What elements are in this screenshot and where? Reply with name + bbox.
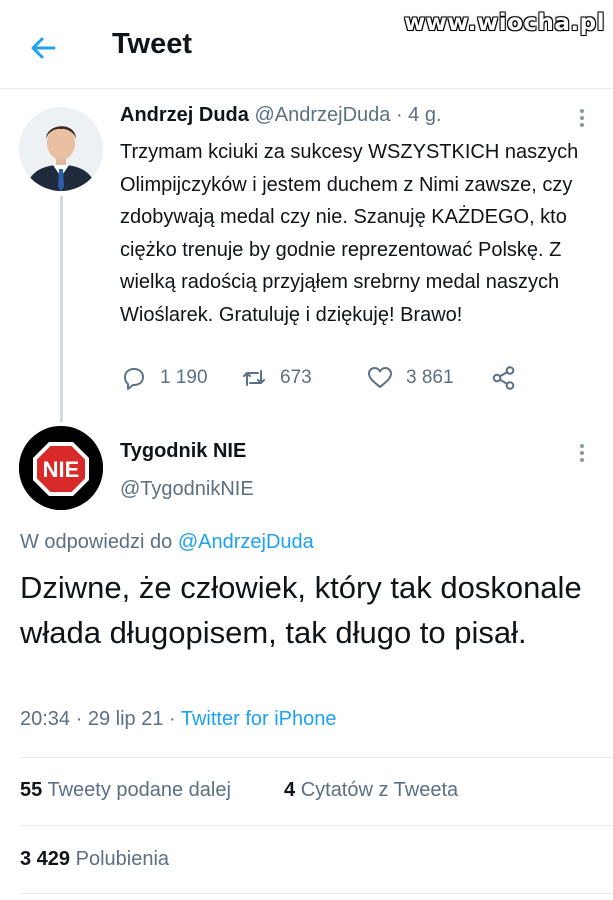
like-count: 3 861 bbox=[406, 367, 454, 388]
more-vertical-icon bbox=[580, 444, 584, 462]
stop-sign-logo: NIE bbox=[19, 426, 103, 510]
tweet-text: Trzymam kciuki za sukcesy WSZYSTKICH nas… bbox=[120, 141, 579, 326]
back-arrow-icon bbox=[31, 37, 56, 59]
tweet-header: Andrzej Duda @AndrzejDuda · 4 g. bbox=[120, 104, 442, 127]
share-icon bbox=[492, 366, 515, 390]
back-button[interactable] bbox=[24, 28, 64, 68]
reply-count: 1 190 bbox=[160, 367, 208, 388]
quotes-stat-count: 4 bbox=[284, 779, 296, 801]
reply-tweet-text: Dziwne, że człowiek, który tak doskonale… bbox=[20, 570, 582, 650]
like-button[interactable]: 3 861 bbox=[366, 364, 454, 392]
reply-author-name[interactable]: Tygodnik NIE bbox=[120, 440, 246, 463]
more-vertical-icon bbox=[580, 109, 584, 127]
avatar-andrzej-duda[interactable] bbox=[19, 107, 103, 191]
avatar-text: NIE bbox=[43, 457, 80, 482]
more-options-button[interactable] bbox=[570, 106, 594, 130]
header-divider bbox=[0, 88, 613, 89]
reply-to-handle-link[interactable]: @AndrzejDuda bbox=[178, 531, 314, 553]
tweet-source-link[interactable]: Twitter for iPhone bbox=[181, 708, 337, 730]
retweets-stat[interactable]: 55 Tweety podane dalej bbox=[20, 779, 231, 802]
share-button[interactable] bbox=[490, 364, 518, 392]
stats-divider-top bbox=[20, 757, 613, 758]
heart-icon bbox=[368, 367, 392, 388]
reply-button[interactable]: 1 190 bbox=[120, 364, 208, 392]
retweet-icon bbox=[243, 370, 265, 386]
watermark: www.wiocha.pl bbox=[403, 10, 605, 36]
quotes-stat[interactable]: 4 Cytatów z Tweeta bbox=[284, 779, 458, 802]
reply-icon bbox=[124, 368, 144, 390]
stats-divider-middle bbox=[20, 825, 613, 826]
page-title: Tweet bbox=[112, 28, 193, 60]
retweets-stat-count: 55 bbox=[20, 779, 43, 801]
likes-stat[interactable]: 3 429 Polubienia bbox=[20, 848, 169, 871]
author-handle[interactable]: @AndrzejDuda bbox=[254, 104, 390, 126]
retweet-button[interactable]: 673 bbox=[240, 364, 312, 392]
reply-context-prefix: W odpowiedzi do bbox=[20, 531, 173, 553]
reply-author-handle[interactable]: @TygodnikNIE bbox=[120, 478, 254, 501]
stats-divider-bottom bbox=[20, 893, 613, 894]
tweet-time: · 4 g. bbox=[395, 104, 442, 126]
portrait-image bbox=[19, 107, 103, 191]
reply-context: W odpowiedzi do @AndrzejDuda bbox=[20, 531, 314, 554]
author-name[interactable]: Andrzej Duda bbox=[120, 104, 249, 126]
quotes-stat-label: Cytatów z Tweeta bbox=[300, 779, 459, 801]
avatar-tygodnik-nie[interactable]: NIE bbox=[19, 426, 103, 510]
tweet-timestamp: 20:34 · 29 lip 21 · bbox=[20, 708, 176, 730]
likes-stat-label: Polubienia bbox=[75, 848, 170, 870]
tweet-meta: 20:34 · 29 lip 21 · Twitter for iPhone bbox=[20, 708, 336, 731]
retweet-count: 673 bbox=[280, 367, 312, 388]
retweets-stat-label: Tweety podane dalej bbox=[47, 779, 231, 801]
likes-stat-count: 3 429 bbox=[20, 848, 71, 870]
thread-line bbox=[60, 196, 63, 422]
reply-more-options-button[interactable] bbox=[570, 441, 594, 465]
